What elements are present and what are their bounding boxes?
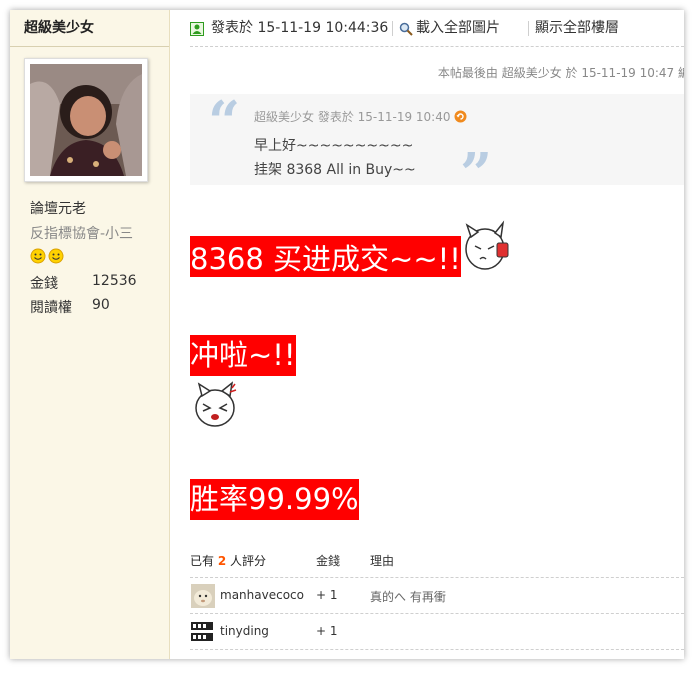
divider	[392, 21, 393, 36]
stat-money: 金錢 12536	[30, 273, 137, 293]
rating-money: + 1	[316, 588, 338, 602]
load-all-images-link[interactable]: 載入全部圖片	[416, 10, 500, 46]
stat-label: 閱讀權	[30, 300, 72, 316]
author-rank[interactable]: 論壇元老	[30, 198, 86, 218]
rating-prefix: 已有	[190, 554, 215, 568]
angry-emoji-icon	[190, 380, 242, 434]
divider	[190, 649, 684, 650]
rating-reason: 真的へ 有再衝	[370, 590, 446, 604]
edited-note: 本帖最後由 超級美少女 於 15-11-19 10:47 編	[437, 66, 684, 80]
jump-to-post-icon[interactable]	[454, 110, 467, 123]
post-time: 發表於 15-11-19 10:44:36	[211, 20, 389, 36]
divider	[190, 613, 684, 614]
quote-meta: 超級美少女 發表於 15-11-19 10:40	[254, 108, 467, 125]
avatar[interactable]	[24, 58, 148, 182]
post-line-winrate: 胜率99.99%	[190, 479, 359, 520]
rater-avatar[interactable]	[190, 619, 216, 649]
stat-value: 12536	[92, 273, 137, 289]
rating-count: 2	[217, 554, 227, 568]
stat-read-permission: 閱讀權 90	[30, 297, 110, 317]
quote-block: “ 超級美少女 發表於 15-11-19 10:40 早上好~~~~~~~~~~…	[190, 89, 684, 202]
rating-summary[interactable]: 已有 2 人評分	[190, 552, 266, 569]
rating-col-money: 金錢	[316, 554, 341, 568]
rater-username[interactable]: manhavecoco	[220, 588, 304, 602]
rating-money: + 1	[316, 624, 338, 638]
smiley-icon	[30, 248, 46, 264]
divider	[528, 21, 529, 36]
stat-label: 金錢	[30, 276, 58, 292]
post-line-buy: 8368 买进成交~~!!	[190, 219, 513, 277]
quote-close-icon: ”	[460, 141, 493, 207]
author-username[interactable]: 超級美少女	[10, 10, 169, 47]
quote-meta-text: 超級美少女 發表於 15-11-19 10:40	[254, 110, 451, 124]
phone-emoji-icon	[460, 219, 513, 277]
post-frame: 超級美少女 論壇元老 反指標協會-小三 金錢 12536 閱讀權 90 發表於 …	[10, 10, 684, 659]
post-text: 8368 买进成交~~!!	[190, 242, 461, 276]
author-custom-title: 反指標協會-小三	[30, 226, 134, 242]
quote-line: 挂架 8368 All in Buy~~	[254, 162, 416, 178]
rater-avatar[interactable]	[191, 584, 215, 612]
post-line-charge: 冲啦~!!	[190, 335, 296, 376]
show-all-floors-link[interactable]: 顯示全部樓層	[535, 10, 619, 46]
post-content: 發表於 15-11-19 10:44:36 載入全部圖片 顯示全部樓層 本帖最後…	[170, 10, 684, 659]
online-status-icon	[190, 22, 204, 36]
quote-open-icon: “	[208, 89, 241, 155]
rater-username[interactable]: tinyding	[220, 624, 269, 638]
author-sidebar: 超級美少女 論壇元老 反指標協會-小三 金錢 12536 閱讀權 90	[10, 10, 170, 659]
rating-suffix: 人評分	[230, 554, 267, 568]
smiley-icon	[48, 248, 64, 264]
post-toolbar: 發表於 15-11-19 10:44:36 載入全部圖片 顯示全部樓層	[190, 10, 684, 47]
rating-col-reason: 理由	[370, 554, 395, 568]
stat-value: 90	[92, 297, 110, 313]
search-icon[interactable]	[399, 22, 413, 36]
quote-line: 早上好~~~~~~~~~~	[254, 138, 414, 154]
divider	[190, 577, 684, 578]
medal-icons	[30, 248, 66, 268]
